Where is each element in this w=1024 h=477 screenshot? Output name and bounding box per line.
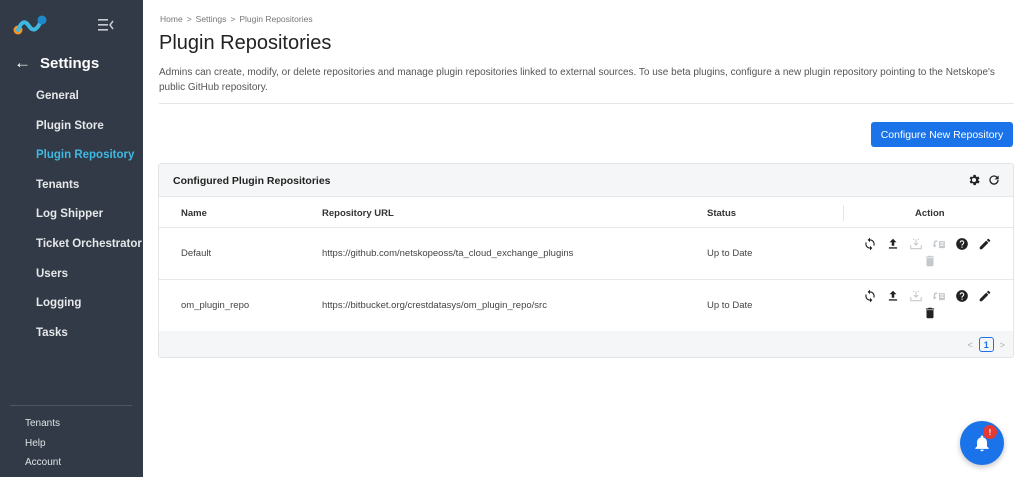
breadcrumb-separator: > <box>230 14 236 24</box>
edit-icon[interactable] <box>978 289 992 303</box>
column-header-status: Status <box>707 208 737 219</box>
sidebar-footer: Tenants Help Account <box>25 414 61 473</box>
help-icon[interactable] <box>955 237 969 251</box>
logo-icon[interactable] <box>13 14 47 36</box>
refresh-icon[interactable] <box>987 173 1001 187</box>
column-header-url: Repository URL <box>322 208 394 219</box>
collapse-menu-icon[interactable] <box>98 18 114 32</box>
card-title: Configured Plugin Repositories <box>173 175 331 187</box>
breadcrumb-home[interactable]: Home <box>160 14 183 24</box>
footer-link-tenants[interactable]: Tenants <box>25 414 61 434</box>
settings-nav: General Plugin Store Plugin Repository T… <box>0 82 143 348</box>
help-icon[interactable] <box>955 289 969 303</box>
sidebar-item-users[interactable]: Users <box>0 260 143 290</box>
trash-icon[interactable] <box>923 306 937 320</box>
trash-icon <box>925 255 935 267</box>
breadcrumb-separator: > <box>186 14 192 24</box>
card-footer: < 1 > <box>159 331 1013 357</box>
back-to-settings[interactable]: ← Settings <box>14 54 99 72</box>
breadcrumb-settings[interactable]: Settings <box>196 14 227 24</box>
sidebar-item-plugin-store[interactable]: Plugin Store <box>0 112 143 142</box>
sidebar: ← Settings General Plugin Store Plugin R… <box>0 0 143 477</box>
sidebar-item-ticket-orchestrator[interactable]: Ticket Orchestrator <box>0 230 143 260</box>
next-page-button[interactable]: > <box>1000 340 1005 350</box>
download-icon <box>910 290 922 302</box>
gear-icon[interactable] <box>967 173 981 187</box>
column-separator <box>843 205 844 221</box>
sidebar-item-logging[interactable]: Logging <box>0 289 143 319</box>
configure-new-repository-button[interactable]: Configure New Repository <box>871 122 1013 147</box>
row-actions <box>861 237 1001 267</box>
repo-name: om_plugin_repo <box>181 300 250 311</box>
column-header-action: Action <box>915 208 945 219</box>
page-description: Admins can create, modify, or delete rep… <box>159 67 995 93</box>
footer-link-account[interactable]: Account <box>25 453 61 473</box>
card-header: Configured Plugin Repositories <box>159 164 1013 197</box>
table-row: Default https://github.com/netskopeoss/t… <box>159 228 1013 280</box>
repo-name: Default <box>181 248 212 259</box>
column-header-name: Name <box>181 208 207 219</box>
sync-icon[interactable] <box>863 289 877 303</box>
row-actions <box>861 289 1001 319</box>
back-arrow-icon: ← <box>14 53 31 72</box>
upload-icon[interactable] <box>886 237 900 251</box>
sidebar-item-log-shipper[interactable]: Log Shipper <box>0 200 143 230</box>
divider <box>159 103 1014 104</box>
sidebar-item-tenants[interactable]: Tenants <box>0 171 143 201</box>
breadcrumb-current: Plugin Repositories <box>239 14 313 24</box>
merge-icon <box>932 240 945 249</box>
download-icon <box>910 238 922 250</box>
sync-icon[interactable] <box>863 237 877 251</box>
notification-badge: ! <box>983 425 997 439</box>
table-row: om_plugin_repo https://bitbucket.org/cre… <box>159 280 1013 332</box>
edit-icon[interactable] <box>978 237 992 251</box>
sidebar-item-general[interactable]: General <box>0 82 143 112</box>
footer-link-help[interactable]: Help <box>25 434 61 454</box>
page-number-1[interactable]: 1 <box>978 337 994 352</box>
repo-url: https://github.com/netskopeoss/ta_cloud_… <box>322 248 574 259</box>
table-header: Name Repository URL Status Action <box>159 197 1013 228</box>
notifications-button[interactable] <box>960 421 1004 465</box>
repositories-card: Configured Plugin Repositories Name Repo… <box>158 163 1014 358</box>
sidebar-item-tasks[interactable]: Tasks <box>0 319 143 349</box>
sidebar-item-plugin-repository[interactable]: Plugin Repository <box>0 141 143 171</box>
upload-icon[interactable] <box>886 289 900 303</box>
repo-url: https://bitbucket.org/crestdatasys/om_pl… <box>322 300 547 311</box>
prev-page-button[interactable]: < <box>967 340 972 350</box>
sidebar-divider <box>10 405 132 406</box>
main-content: Home > Settings > Plugin Repositories Plugin… <box>143 0 1024 477</box>
pagination: < 1 > <box>967 337 1005 352</box>
repo-status: Up to Date <box>707 248 753 259</box>
page-title: Plugin Repositories <box>159 32 332 54</box>
settings-title: Settings <box>40 54 100 72</box>
breadcrumb: Home > Settings > Plugin Repositories <box>160 14 313 24</box>
merge-icon <box>932 292 945 301</box>
repo-status: Up to Date <box>707 300 753 311</box>
